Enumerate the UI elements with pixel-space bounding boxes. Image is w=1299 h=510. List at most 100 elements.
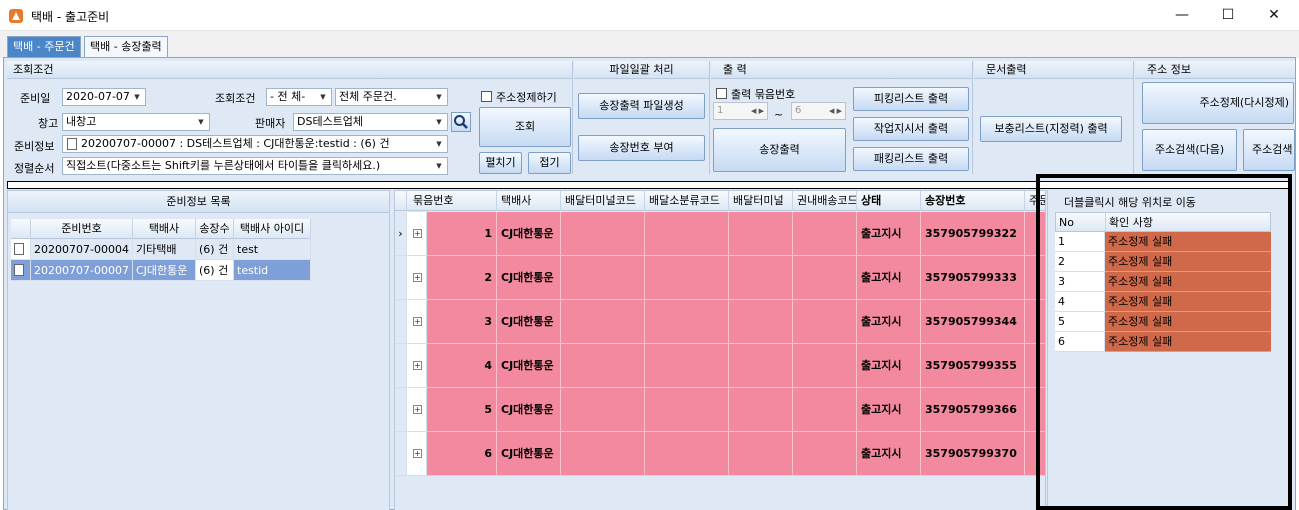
invoice-number-cell: 357905799344 [921,300,1025,344]
order-scope-select[interactable]: 전체 주문건. ▼ [335,88,448,106]
minimize-button[interactable]: — [1159,0,1205,31]
file-batch-group: 파일일괄 처리 송장출력 파일생성 송장번호 부여 [574,61,710,174]
col-subclass-code[interactable]: 배달소분류코드 [645,191,729,211]
col-prep-number[interactable]: 준비번호 [31,219,133,239]
address-refine-button[interactable]: 주소정제(다시정제) [1142,82,1294,124]
status-cell: 출고지시 [857,344,921,388]
expand-cell[interactable]: + [407,388,427,432]
chevron-down-icon: ▼ [436,118,442,126]
col-order[interactable]: 주문 [1025,191,1045,211]
close-button[interactable]: ✕ [1251,0,1297,31]
expand-cell[interactable]: + [407,344,427,388]
bundle-number-cell: 4 [427,344,497,388]
col-terminal-code[interactable]: 배달터미널코드 [561,191,645,211]
print-work-order-button[interactable]: 작업지시서 출력 [853,117,969,141]
expand-cell[interactable]: + [407,212,427,256]
subclass-code-cell [645,256,729,300]
table-row[interactable]: + 6 CJ대한통운 출고지시 357905799370 [395,432,1045,476]
seller-label: 판매자 [255,117,286,130]
order-cell [1025,256,1045,300]
address-search-button[interactable]: 주소검색 [1243,129,1295,171]
generate-invoice-file-button[interactable]: 송장출력 파일생성 [578,93,705,119]
status-cell: 출고지시 [857,432,921,476]
tab-orders[interactable]: 택배 - 주문건 [7,36,81,58]
seller-search-button[interactable] [451,112,471,132]
expand-cell[interactable]: + [407,432,427,476]
col-bundle-number[interactable]: 묶음번호 [407,191,497,211]
range-separator: ~ [774,108,784,121]
address-refine-label: 주소정제하기 [496,91,557,104]
terminal-code-cell [561,344,645,388]
table-row[interactable]: + 3 CJ대한통운 출고지시 357905799344 [395,300,1045,344]
expand-all-button[interactable]: 펼치기 [479,152,522,174]
terminal-code-cell [561,432,645,476]
print-picking-list-button[interactable]: 피킹리스트 출력 [853,87,969,111]
seller-select[interactable]: DS테스트업체 ▼ [293,113,448,131]
bundle-from-value: 1 [717,105,724,116]
list-item[interactable]: 5 주소정제 실패 [1055,312,1271,332]
terminal-cell [729,256,793,300]
col-check-item[interactable]: 확인 사항 [1106,213,1270,233]
col-carrier-account[interactable]: 택배사 아이디 [234,219,311,239]
search-button[interactable]: 조회 [479,107,571,147]
list-item[interactable]: 1 주소정제 실패 [1055,232,1271,252]
col-status[interactable]: 상태 [857,191,921,211]
table-row[interactable]: 20200707-00004 기타택배 (6) 건 test [11,239,311,260]
check-message-cell: 주소정제 실패 [1105,332,1271,352]
expand-cell[interactable]: + [407,256,427,300]
status-cell: 출고지시 [857,388,921,432]
bundle-range-checkbox[interactable] [716,88,727,99]
assign-invoice-number-button[interactable]: 송장번호 부여 [578,135,705,161]
tab-invoice-print[interactable]: 택배 - 송장출력 [84,36,168,59]
print-invoice-button[interactable]: 송장출력 [713,128,846,172]
list-item[interactable]: 6 주소정제 실패 [1055,332,1271,352]
table-row[interactable]: + 2 CJ대한통운 출고지시 357905799333 [395,256,1045,300]
maximize-button[interactable]: ☐ [1205,0,1251,31]
address-search-next-button[interactable]: 주소검색(다음) [1142,129,1237,171]
subclass-code-cell [645,300,729,344]
list-item[interactable]: 4 주소정제 실패 [1055,292,1271,312]
bundle-from-stepper[interactable]: 1 ◀ ▶ [713,102,768,120]
col-carrier[interactable]: 택배사 [133,219,196,239]
address-refine-checkbox[interactable] [481,91,492,102]
bundle-to-stepper[interactable]: 6 ◀ ▶ [791,102,846,120]
splitter-bar[interactable] [7,181,1292,189]
list-item[interactable]: 2 주소정제 실패 [1055,252,1271,272]
table-row[interactable]: 20200707-00007 CJ대한통운 (6) 건 testid [11,260,311,281]
invoice-count-cell: (6) 건 [196,260,234,281]
warehouse-select[interactable]: 내창고 ▼ [62,113,210,131]
expand-cell[interactable]: + [407,300,427,344]
chevron-down-icon: ▼ [134,93,140,101]
search-icon [454,115,468,129]
col-terminal[interactable]: 배달터미널 [729,191,793,211]
print-supplement-list-button[interactable]: 보충리스트(지정력) 출력 [980,116,1122,142]
document-icon [14,243,24,255]
col-carrier[interactable]: 택배사 [497,191,561,211]
status-cell: 출고지시 [857,256,921,300]
col-invoice-count[interactable]: 송장수 [196,219,234,239]
row-indicator-cell [395,344,407,388]
date-picker[interactable]: 2020-07-07 ▼ [62,88,146,106]
plus-icon: + [413,449,422,458]
order-scope-value: 전체 주문건. [339,90,397,103]
order-cell [1025,212,1045,256]
table-row[interactable]: + 4 CJ대한통운 출고지시 357905799355 [395,344,1045,388]
col-zone-code[interactable]: 권내배송코드 [793,191,857,211]
plus-icon: + [413,317,422,326]
stepper-arrows-icon: ◀ ▶ [829,107,842,115]
prep-info-select[interactable]: 20200707-00007 : DS테스트업체 : CJ대한통운:testid… [62,135,448,153]
print-packing-list-button[interactable]: 패킹리스트 출력 [853,147,969,171]
col-no[interactable]: No [1056,213,1106,233]
condition-select[interactable]: - 전 체- ▼ [266,88,332,106]
collapse-all-button[interactable]: 접기 [528,152,571,174]
status-cell: 출고지시 [857,300,921,344]
check-no-cell: 1 [1055,232,1105,252]
sort-select[interactable]: 직접소트(다중소트는 Shift키를 누른상태에서 타이틀을 클릭하세요.) ▼ [62,157,448,175]
check-panel-title: 더블클릭시 해당 위치로 이동 [1064,196,1196,209]
table-row[interactable]: + 5 CJ대한통운 출고지시 357905799366 [395,388,1045,432]
col-invoice-number[interactable]: 송장번호 [921,191,1025,211]
invoice-count-cell: (6) 건 [196,239,234,260]
chevron-down-icon: ▼ [198,118,204,126]
list-item[interactable]: 3 주소정제 실패 [1055,272,1271,292]
table-row[interactable]: › + 1 CJ대한통운 출고지시 357905799322 [395,212,1045,256]
